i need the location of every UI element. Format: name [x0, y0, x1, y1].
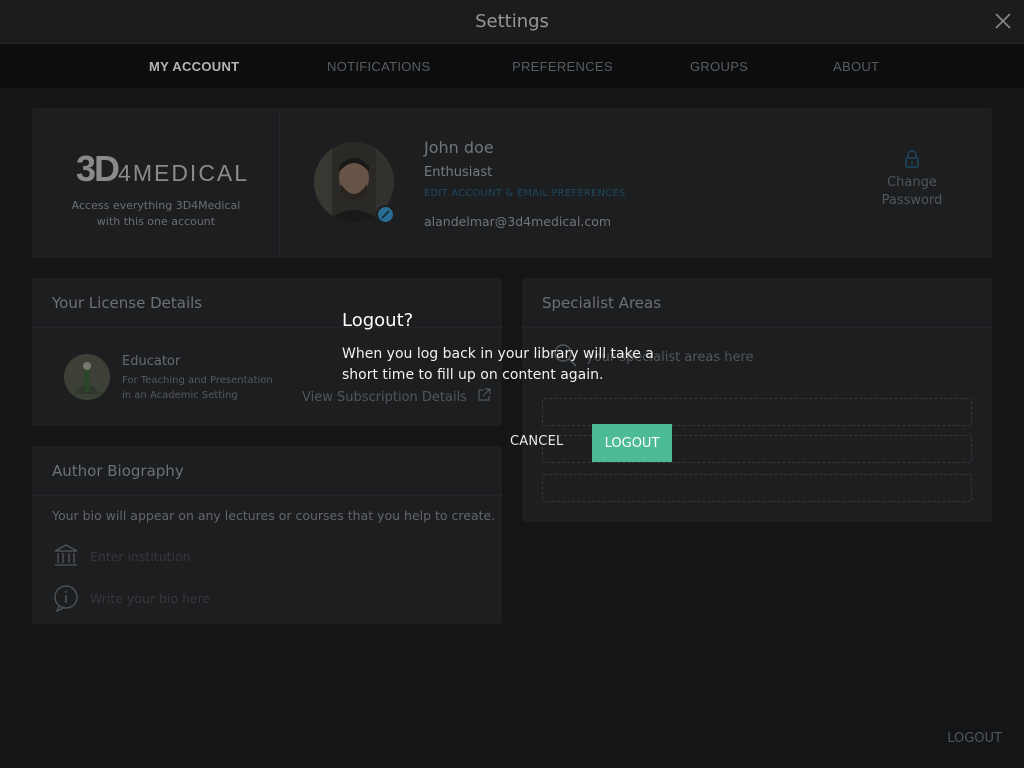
- cancel-button[interactable]: CANCEL: [510, 434, 563, 449]
- logout-dialog: Logout? When you log back in your librar…: [332, 298, 692, 478]
- dialog-title: Logout?: [342, 310, 414, 331]
- confirm-logout-button[interactable]: LOGOUT: [592, 424, 672, 462]
- dialog-message: When you log back in your library will t…: [342, 346, 654, 383]
